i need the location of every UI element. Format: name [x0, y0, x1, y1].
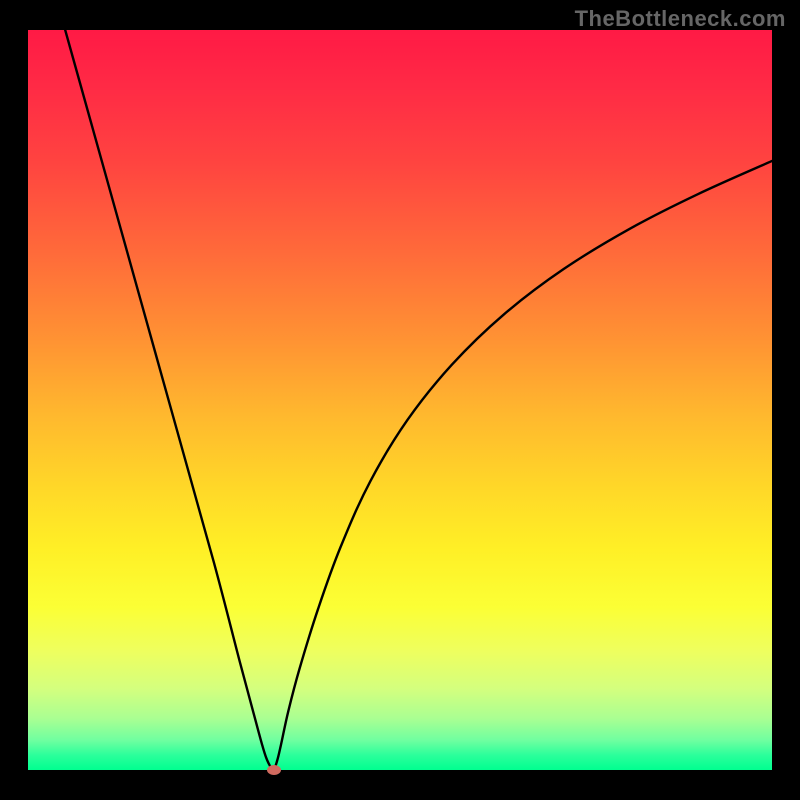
minimum-marker [267, 765, 281, 775]
plot-area [28, 30, 772, 770]
watermark-text: TheBottleneck.com [575, 6, 786, 32]
chart-frame: TheBottleneck.com [0, 0, 800, 800]
bottleneck-curve [28, 30, 772, 770]
curve-path [65, 30, 772, 770]
